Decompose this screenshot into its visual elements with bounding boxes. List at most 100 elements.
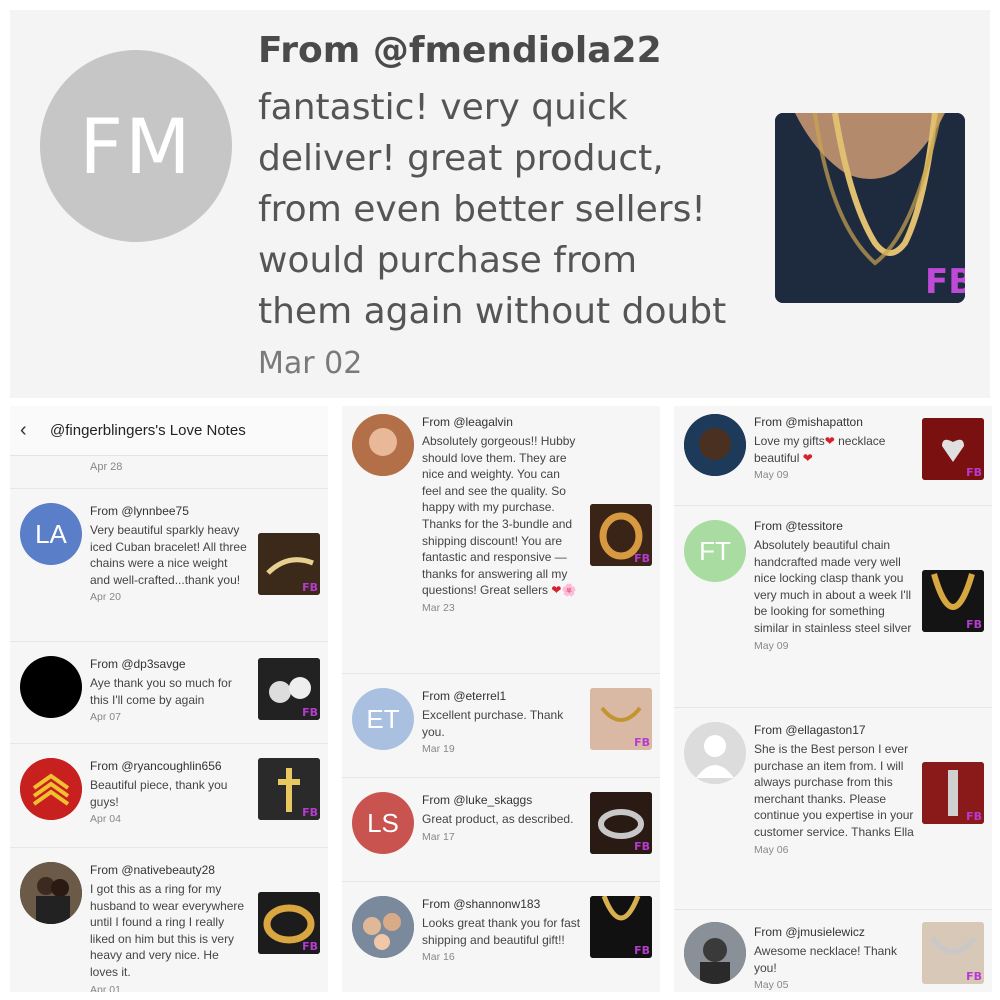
product-thumbnail[interactable]: FB xyxy=(922,922,984,984)
list-item[interactable]: From @jmusielewicz Awesome necklace! Tha… xyxy=(674,910,992,992)
fb-logo-icon: FB xyxy=(634,736,650,749)
love-notes-panel-1: ‹ @fingerblingers's Love Notes Apr 28 LA… xyxy=(10,406,328,992)
review-date: May 09 xyxy=(754,639,789,652)
fb-logo-icon: FB xyxy=(966,810,982,823)
review-text: I got this as a ring for my husband to w… xyxy=(90,882,245,979)
fb-logo-icon: FB xyxy=(634,944,650,957)
love-notes-panel-2: From @leagalvin Absolutely gorgeous!! Hu… xyxy=(342,406,660,992)
review-date: Apr 01 xyxy=(90,983,121,992)
featured-review-text: fantastic! very quick deliver! great pro… xyxy=(258,87,727,332)
review-author[interactable]: From @eterrel1 xyxy=(422,688,582,704)
product-thumbnail[interactable]: FB xyxy=(258,533,320,595)
avatar: LS xyxy=(352,792,414,854)
review-date: Apr 28 xyxy=(10,456,328,489)
default-user-icon xyxy=(684,722,746,784)
featured-product-photo[interactable]: FB xyxy=(775,113,965,303)
featured-review-author[interactable]: From @fmendiola22 xyxy=(258,30,662,71)
featured-review-date: Mar 02 xyxy=(258,346,363,381)
product-thumbnail[interactable]: FB xyxy=(258,658,320,720)
review-date: Mar 16 xyxy=(422,951,455,964)
list-item[interactable]: LS From @luke_skaggs Great product, as d… xyxy=(342,778,660,882)
avatar xyxy=(20,656,82,718)
fb-logo-icon: FB xyxy=(302,806,318,819)
fb-logo-icon: FB xyxy=(966,466,982,479)
fb-logo-icon: FB xyxy=(966,618,982,631)
review-author[interactable]: From @mishapatton xyxy=(754,414,914,430)
list-item[interactable]: ET From @eterrel1 Excellent purchase. Th… xyxy=(342,674,660,778)
review-text: Absolutely gorgeous!! Hubby should love … xyxy=(422,434,577,598)
heart-icon: ❤ xyxy=(824,434,835,448)
review-author[interactable]: From @leagalvin xyxy=(422,414,582,430)
back-arrow-icon[interactable]: ‹ xyxy=(20,419,50,442)
product-thumbnail[interactable]: FB xyxy=(922,570,984,632)
avatar xyxy=(352,896,414,958)
list-item[interactable]: From @dp3savge Aye thank you so much for… xyxy=(10,642,328,744)
heart-icon: ❤🌸 xyxy=(551,583,577,598)
product-thumbnail[interactable]: FB xyxy=(590,792,652,854)
product-thumbnail[interactable]: FB xyxy=(590,504,652,566)
list-item[interactable]: From @shannonw183 Looks great thank you … xyxy=(342,882,660,992)
product-thumbnail[interactable]: FB xyxy=(590,896,652,958)
product-thumbnail[interactable]: FB xyxy=(258,758,320,820)
review-text: Excellent purchase. Thank you. xyxy=(422,708,564,739)
review-author[interactable]: From @tessitore xyxy=(754,518,914,534)
review-text: Looks great thank you for fast shipping … xyxy=(422,916,581,947)
review-author[interactable]: From @ellagaston17 xyxy=(754,722,914,738)
review-text: Absolutely beautiful chain handcrafted m… xyxy=(754,538,912,635)
avatar xyxy=(20,862,82,924)
review-text: Aye thank you so much for this I'll come… xyxy=(90,676,232,707)
review-date: Mar 17 xyxy=(422,830,455,843)
review-text: Very beautiful sparkly heavy iced Cuban … xyxy=(90,523,247,587)
product-thumbnail[interactable]: FB xyxy=(590,688,652,750)
review-date: May 09 xyxy=(754,469,789,482)
fb-logo-icon: FB xyxy=(634,552,650,565)
review-date: Apr 07 xyxy=(90,711,121,724)
list-item[interactable]: From @ellagaston17 She is the Best perso… xyxy=(674,708,992,910)
review-author[interactable]: From @lynnbee75 xyxy=(90,503,250,519)
review-text: Great product, as described. xyxy=(422,812,574,826)
review-text: Beautiful piece, thank you guys! xyxy=(90,778,228,809)
page-title: @fingerblingers's Love Notes xyxy=(50,422,246,439)
sergeant-chevron-icon xyxy=(20,758,82,820)
list-item[interactable]: LA From @lynnbee75 Very beautiful sparkl… xyxy=(10,489,328,642)
review-date: Mar 19 xyxy=(422,743,455,756)
avatar xyxy=(684,414,746,476)
avatar: FT xyxy=(684,520,746,582)
fb-logo-icon: FB xyxy=(302,706,318,719)
avatar xyxy=(352,414,414,476)
product-thumbnail[interactable]: FB xyxy=(258,892,320,954)
fb-logo-icon: FB xyxy=(634,840,650,853)
heart-icon: ❤ xyxy=(802,450,813,465)
product-thumbnail[interactable]: FB xyxy=(922,762,984,824)
review-date: Mar 23 xyxy=(422,601,455,614)
featured-avatar: FM xyxy=(40,50,232,242)
list-item[interactable]: From @leagalvin Absolutely gorgeous!! Hu… xyxy=(342,406,660,674)
avatar: LA xyxy=(20,503,82,565)
featured-review-card: FM From @fmendiola22 fantastic! very qui… xyxy=(10,10,990,398)
list-item[interactable]: FT From @tessitore Absolutely beautiful … xyxy=(674,506,992,708)
list-item[interactable]: From @mishapatton Love my gifts❤ necklac… xyxy=(674,406,992,506)
review-date: Apr 04 xyxy=(90,813,121,826)
top-bar: ‹ @fingerblingers's Love Notes xyxy=(10,406,328,456)
review-text: Love my gifts❤ necklace beautiful ❤ xyxy=(754,434,886,465)
avatar xyxy=(684,922,746,984)
review-date: May 05 xyxy=(754,979,789,992)
love-notes-panel-3: From @mishapatton Love my gifts❤ necklac… xyxy=(674,406,992,992)
review-date: May 06 xyxy=(754,843,789,856)
fb-logo-icon: FB xyxy=(302,581,318,594)
fb-logo-icon: FB xyxy=(302,940,318,953)
review-author[interactable]: From @dp3savge xyxy=(90,656,250,672)
list-item[interactable]: From @nativebeauty28 I got this as a rin… xyxy=(10,848,328,992)
review-author[interactable]: From @ryancoughlin656 xyxy=(90,758,250,774)
fb-logo-icon: FB xyxy=(966,970,982,983)
product-thumbnail[interactable]: FB xyxy=(922,418,984,480)
review-author[interactable]: From @shannonw183 xyxy=(422,896,582,912)
review-date: Apr 20 xyxy=(90,591,121,604)
review-author[interactable]: From @jmusielewicz xyxy=(754,924,914,940)
fb-logo-icon: FB xyxy=(925,262,965,302)
review-author[interactable]: From @nativebeauty28 xyxy=(90,862,250,878)
avatar: ET xyxy=(352,688,414,750)
review-author[interactable]: From @luke_skaggs xyxy=(422,792,582,808)
review-text: She is the Best person I ever purchase a… xyxy=(754,742,914,839)
list-item[interactable]: From @ryancoughlin656 Beautiful piece, t… xyxy=(10,744,328,848)
